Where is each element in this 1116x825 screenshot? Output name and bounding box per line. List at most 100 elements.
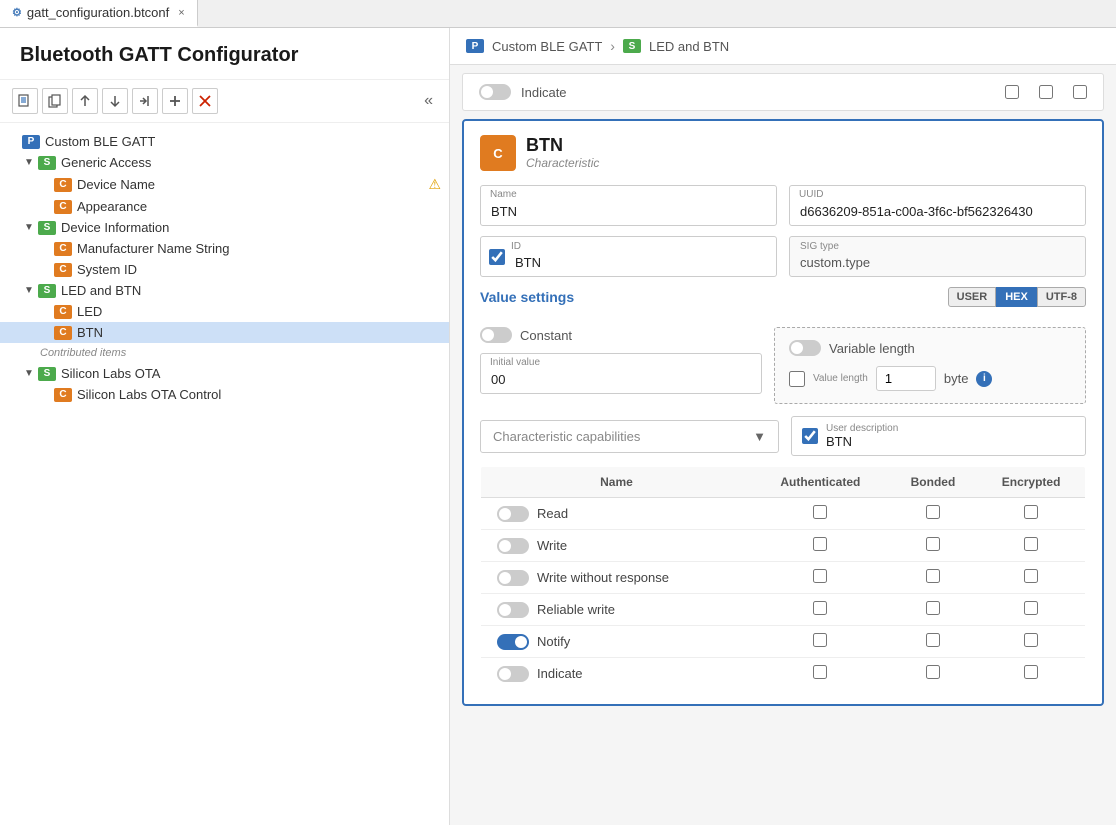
write-encrypted-cell bbox=[977, 530, 1085, 562]
warning-icon: ⚠ bbox=[428, 176, 441, 193]
uuid-label: UUID bbox=[799, 189, 823, 200]
uuid-input[interactable] bbox=[789, 185, 1086, 226]
value-length-row: Value length byte i bbox=[789, 366, 1071, 391]
capability-name: Reliable write bbox=[481, 594, 752, 626]
tree-badge-s: S bbox=[38, 221, 56, 235]
new-button[interactable] bbox=[12, 88, 38, 114]
read-bonded-checkbox[interactable] bbox=[926, 505, 940, 519]
tree-label: Generic Access bbox=[61, 155, 441, 170]
id-checkbox[interactable] bbox=[489, 249, 505, 265]
tab-close-button[interactable]: × bbox=[178, 7, 184, 19]
delete-button[interactable] bbox=[192, 88, 218, 114]
notify-toggle[interactable] bbox=[497, 634, 529, 650]
id-input[interactable] bbox=[505, 237, 776, 276]
user-description-content: User description BTN bbox=[826, 423, 898, 449]
notify-authenticated-cell bbox=[752, 626, 889, 658]
rw-bonded-checkbox[interactable] bbox=[926, 601, 940, 615]
rw-encrypted-cell bbox=[977, 594, 1085, 626]
capabilities-row: Characteristic capabilities ▼ User descr… bbox=[480, 416, 1086, 456]
tree-item-silicon-labs-ota-control[interactable]: C Silicon Labs OTA Control bbox=[0, 384, 449, 405]
write-authenticated-checkbox[interactable] bbox=[813, 537, 827, 551]
value-length-input[interactable] bbox=[876, 366, 936, 391]
table-row: Indicate bbox=[481, 658, 1086, 690]
uuid-field-group: UUID bbox=[789, 185, 1086, 226]
user-description-checkbox[interactable] bbox=[802, 428, 818, 444]
read-authenticated-checkbox[interactable] bbox=[813, 505, 827, 519]
indicate-authenticated-checkbox[interactable] bbox=[1005, 85, 1019, 99]
col-header-bonded: Bonded bbox=[889, 467, 977, 498]
rw-authenticated-cell bbox=[752, 594, 889, 626]
move-up-button[interactable] bbox=[72, 88, 98, 114]
wwr-authenticated-checkbox[interactable] bbox=[813, 569, 827, 583]
indicate-bonded-checkbox[interactable] bbox=[926, 665, 940, 679]
collapse-button[interactable]: « bbox=[420, 90, 437, 112]
rw-authenticated-checkbox[interactable] bbox=[813, 601, 827, 615]
indicate-authenticated-checkbox[interactable] bbox=[813, 665, 827, 679]
tree-item-appearance[interactable]: C Appearance bbox=[0, 196, 449, 217]
indicate-bonded-checkbox[interactable] bbox=[1039, 85, 1053, 99]
tree-item-generic-access[interactable]: ▼ S Generic Access bbox=[0, 152, 449, 173]
notify-encrypted-checkbox[interactable] bbox=[1024, 633, 1038, 647]
indicate-encrypted-checkbox[interactable] bbox=[1024, 665, 1038, 679]
btn-card: C BTN Characteristic Name UUID bbox=[462, 119, 1104, 706]
id-field: ID bbox=[480, 236, 777, 277]
reliable-write-toggle[interactable] bbox=[497, 602, 529, 618]
constant-toggle[interactable] bbox=[480, 327, 512, 343]
value-length-checkbox[interactable] bbox=[789, 371, 805, 387]
indicate-encrypted-checkbox[interactable] bbox=[1073, 85, 1087, 99]
write-toggle[interactable] bbox=[497, 538, 529, 554]
detail-content: Indicate C BTN Characteristic bbox=[450, 65, 1116, 825]
indicate-cap-toggle[interactable] bbox=[497, 666, 529, 682]
tab-item[interactable]: ⚙ gatt_configuration.btconf × bbox=[0, 0, 198, 27]
rw-encrypted-checkbox[interactable] bbox=[1024, 601, 1038, 615]
tree-label: Custom BLE GATT bbox=[45, 134, 441, 149]
capabilities-dropdown[interactable]: Characteristic capabilities ▼ bbox=[480, 420, 779, 453]
format-hex-button[interactable]: HEX bbox=[996, 287, 1037, 307]
add-button[interactable] bbox=[162, 88, 188, 114]
value-settings-title: Value settings bbox=[480, 289, 574, 305]
rw-bonded-cell bbox=[889, 594, 977, 626]
tree-item-manufacturer-name[interactable]: C Manufacturer Name String bbox=[0, 238, 449, 259]
write-without-response-toggle[interactable] bbox=[497, 570, 529, 586]
constant-toggle-row: Constant bbox=[480, 327, 762, 343]
user-description-group: User description BTN bbox=[791, 416, 1086, 456]
tree-label: Silicon Labs OTA Control bbox=[77, 387, 441, 402]
tree-item-silicon-labs-ota[interactable]: ▼ S Silicon Labs OTA bbox=[0, 363, 449, 384]
notify-bonded-checkbox[interactable] bbox=[926, 633, 940, 647]
tree-item-led-btn[interactable]: ▼ S LED and BTN bbox=[0, 280, 449, 301]
capability-name: Write without response bbox=[481, 562, 752, 594]
contributed-label: Contributed items bbox=[0, 343, 449, 363]
indicate-toggle[interactable] bbox=[479, 84, 511, 100]
tree-item-btn[interactable]: C BTN bbox=[0, 322, 449, 343]
char-header: C BTN Characteristic bbox=[480, 135, 1086, 171]
wwr-encrypted-checkbox[interactable] bbox=[1024, 569, 1038, 583]
import-button[interactable] bbox=[132, 88, 158, 114]
format-utf8-button[interactable]: UTF-8 bbox=[1037, 287, 1086, 307]
tree-label: System ID bbox=[77, 262, 441, 277]
tree-item-led[interactable]: C LED bbox=[0, 301, 449, 322]
notify-authenticated-checkbox[interactable] bbox=[813, 633, 827, 647]
tree-item-device-name[interactable]: C Device Name ⚠ bbox=[0, 173, 449, 196]
table-row: Reliable write bbox=[481, 594, 1086, 626]
read-toggle[interactable] bbox=[497, 506, 529, 522]
wwr-bonded-checkbox[interactable] bbox=[926, 569, 940, 583]
tree-badge-c: C bbox=[54, 388, 72, 402]
tree-item-device-information[interactable]: ▼ S Device Information bbox=[0, 217, 449, 238]
tree-item-custom-ble-gatt[interactable]: P Custom BLE GATT bbox=[0, 131, 449, 152]
tree-badge-s: S bbox=[38, 284, 56, 298]
breadcrumb-s-text: LED and BTN bbox=[649, 39, 729, 54]
col-header-encrypted: Encrypted bbox=[977, 467, 1085, 498]
write-bonded-checkbox[interactable] bbox=[926, 537, 940, 551]
variable-length-toggle[interactable] bbox=[789, 340, 821, 356]
copy-button[interactable] bbox=[42, 88, 68, 114]
tree-item-system-id[interactable]: C System ID bbox=[0, 259, 449, 280]
read-encrypted-checkbox[interactable] bbox=[1024, 505, 1038, 519]
read-authenticated-cell bbox=[752, 498, 889, 530]
name-input[interactable] bbox=[480, 185, 777, 226]
move-down-button[interactable] bbox=[102, 88, 128, 114]
tree-label: Device Information bbox=[61, 220, 441, 235]
write-encrypted-checkbox[interactable] bbox=[1024, 537, 1038, 551]
format-user-button[interactable]: USER bbox=[948, 287, 997, 307]
value-length-info-icon[interactable]: i bbox=[976, 371, 992, 387]
initial-value-label: Initial value bbox=[490, 357, 540, 368]
